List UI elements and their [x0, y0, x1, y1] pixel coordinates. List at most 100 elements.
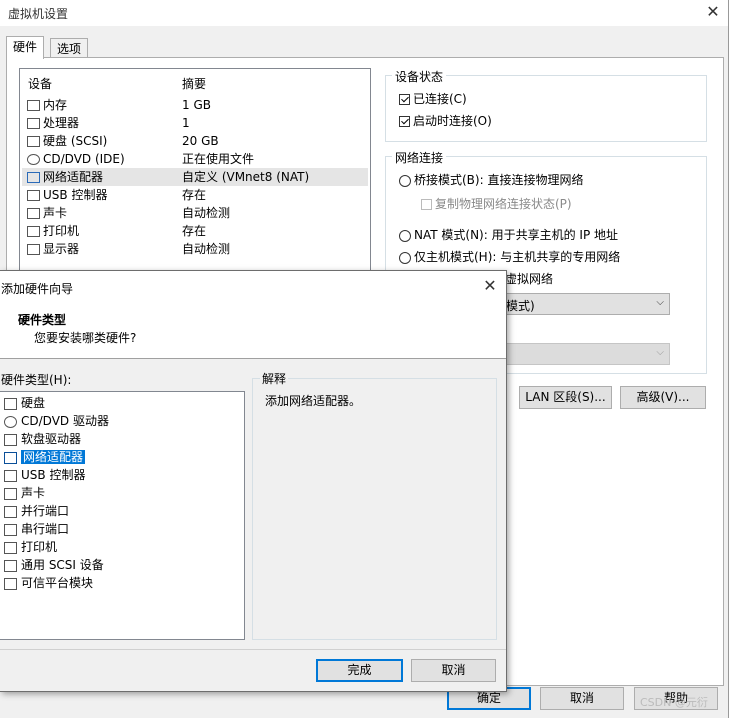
- device-name: 硬盘 (SCSI): [43, 134, 108, 148]
- device-summary: 20 GB: [182, 134, 219, 148]
- explanation-title: 解释: [260, 370, 289, 387]
- device-summary: 存在: [182, 188, 207, 202]
- custom-label-partial: 虚拟网络: [505, 272, 554, 286]
- connected-checkbox[interactable]: 已连接(C): [399, 90, 467, 107]
- list-item-tpm[interactable]: 可信平台模块: [4, 574, 93, 592]
- memory-icon: [27, 100, 40, 111]
- host-only-radio[interactable]: 仅主机模式(H): 与主机共享的专用网络: [399, 248, 620, 265]
- bridged-label: 桥接模式(B): 直接连接物理网络: [414, 173, 584, 187]
- device-status-title: 设备状态: [392, 68, 447, 85]
- device-summary: 1: [182, 116, 190, 130]
- vm-settings-titlebar: 虚拟机设置 ✕: [0, 0, 728, 26]
- floppy-icon: [4, 433, 17, 446]
- device-row[interactable]: 显示器 自动检测: [22, 240, 368, 258]
- replicate-state-label: 复制物理网络连接状态(P): [435, 197, 572, 211]
- connect-at-power-on-checkbox[interactable]: 启动时连接(O): [399, 112, 492, 129]
- device-row-selected[interactable]: 网络适配器 自定义 (VMnet8 (NAT): [22, 168, 368, 186]
- device-row[interactable]: USB 控制器 存在: [22, 186, 368, 204]
- list-item-printer[interactable]: 打印机: [4, 538, 57, 556]
- watermark: CSDN @元衍: [640, 696, 708, 709]
- vm-settings-title: 虚拟机设置: [8, 7, 69, 21]
- replicate-state-checkbox[interactable]: 复制物理网络连接状态(P): [421, 195, 572, 212]
- divider: [0, 649, 506, 650]
- device-column-header[interactable]: 设备: [28, 75, 52, 92]
- device-name: 声卡: [43, 206, 68, 220]
- list-item-parallel-port[interactable]: 并行端口: [4, 502, 69, 520]
- network-adapter-icon: [4, 451, 17, 464]
- tpm-icon: [4, 577, 17, 590]
- cd-dvd-icon: [4, 415, 17, 428]
- network-connection-title: 网络连接: [392, 149, 447, 166]
- advanced-button[interactable]: 高级(V)...: [620, 386, 706, 409]
- hard-disk-icon: [27, 136, 40, 147]
- list-item-usb[interactable]: USB 控制器: [4, 466, 85, 484]
- sound-card-icon: [4, 487, 17, 500]
- device-name: 内存: [43, 98, 68, 112]
- bridged-radio[interactable]: 桥接模式(B): 直接连接物理网络: [399, 171, 583, 188]
- explanation-text: 添加网络适配器。: [265, 394, 362, 408]
- hardware-types-label: 硬件类型(H):: [1, 373, 72, 387]
- device-list[interactable]: 设备 摘要 内存 1 GB 处理器 1 硬盘 (SCSI) 20 GB CD/D…: [19, 68, 371, 275]
- usb-icon: [4, 469, 17, 482]
- wizard-cancel-button[interactable]: 取消: [411, 659, 496, 682]
- device-row[interactable]: 打印机 存在: [22, 222, 368, 240]
- network-adapter-icon: [27, 172, 40, 183]
- tab-hardware[interactable]: 硬件: [6, 36, 45, 59]
- cpu-icon: [27, 118, 40, 129]
- device-row[interactable]: CD/DVD (IDE) 正在使用文件 C:\Users\Adminis...: [22, 150, 368, 184]
- usb-icon: [27, 190, 40, 201]
- wizard-subheading: 您要安装哪类硬件?: [34, 331, 137, 345]
- lan-segment-button[interactable]: LAN 区段(S)...: [519, 386, 612, 409]
- sound-card-icon: [27, 208, 40, 219]
- device-name: 网络适配器: [43, 170, 104, 184]
- cancel-button[interactable]: 取消: [540, 687, 624, 710]
- nat-label: NAT 模式(N): 用于共享主机的 IP 地址: [414, 228, 619, 242]
- explanation-group: [252, 378, 497, 640]
- serial-port-icon: [4, 523, 17, 536]
- close-icon[interactable]: ✕: [705, 3, 721, 21]
- cd-dvd-icon: [27, 154, 40, 165]
- list-item-cd-dvd[interactable]: CD/DVD 驱动器: [4, 412, 109, 430]
- summary-column-header[interactable]: 摘要: [182, 75, 206, 92]
- device-row[interactable]: 处理器 1: [22, 114, 368, 132]
- device-summary: 自动检测: [182, 206, 231, 220]
- list-item-serial-port[interactable]: 串行端口: [4, 520, 69, 538]
- display-icon: [27, 244, 40, 255]
- device-row[interactable]: 声卡 自动检测: [22, 204, 368, 222]
- device-name: 处理器: [43, 116, 80, 130]
- device-name: 打印机: [43, 224, 80, 238]
- tab-options[interactable]: 选项: [50, 38, 89, 58]
- device-row[interactable]: 硬盘 (SCSI) 20 GB: [22, 132, 368, 150]
- device-summary: 自动检测: [182, 242, 231, 256]
- list-item-scsi[interactable]: 通用 SCSI 设备: [4, 556, 104, 574]
- chevron-down-icon: ⌵: [656, 347, 664, 358]
- device-summary: 存在: [182, 224, 207, 238]
- wizard-header: 硬件类型 您要安装哪类硬件?: [0, 303, 506, 359]
- add-hardware-wizard: 添加硬件向导 ✕ 硬件类型 您要安装哪类硬件? 硬件类型(H): 硬盘 CD/D…: [0, 270, 507, 692]
- connected-label: 已连接(C): [413, 92, 467, 106]
- device-summary: 1 GB: [182, 98, 211, 112]
- printer-icon: [27, 226, 40, 237]
- close-icon[interactable]: ✕: [480, 276, 500, 296]
- connect-at-power-on-label: 启动时连接(O): [413, 114, 492, 128]
- device-row[interactable]: 内存 1 GB: [22, 96, 368, 114]
- device-name: USB 控制器: [43, 188, 108, 202]
- list-item-sound-card[interactable]: 声卡: [4, 484, 45, 502]
- device-status-group: [385, 75, 707, 142]
- list-item-network-adapter[interactable]: 网络适配器: [4, 448, 86, 466]
- list-item-floppy[interactable]: 软盘驱动器: [4, 430, 81, 448]
- lan-segment-select[interactable]: ⌵: [505, 343, 670, 365]
- finish-button[interactable]: 完成: [316, 659, 403, 682]
- parallel-port-icon: [4, 505, 17, 518]
- list-item-hard-disk[interactable]: 硬盘: [4, 394, 45, 412]
- device-summary: 自定义 (VMnet8 (NAT): [182, 170, 310, 184]
- printer-icon: [4, 541, 17, 554]
- wizard-titlebar: 添加硬件向导 ✕: [0, 271, 506, 303]
- wizard-heading: 硬件类型: [18, 313, 67, 327]
- hard-disk-icon: [4, 397, 17, 410]
- device-name: 显示器: [43, 242, 80, 256]
- custom-network-value: 模式): [506, 299, 535, 313]
- custom-network-select[interactable]: 模式) ⌵: [505, 293, 670, 315]
- nat-radio[interactable]: NAT 模式(N): 用于共享主机的 IP 地址: [399, 226, 618, 243]
- hardware-types-list[interactable]: 硬盘 CD/DVD 驱动器 软盘驱动器 网络适配器 USB 控制器 声卡 并行端…: [0, 391, 245, 640]
